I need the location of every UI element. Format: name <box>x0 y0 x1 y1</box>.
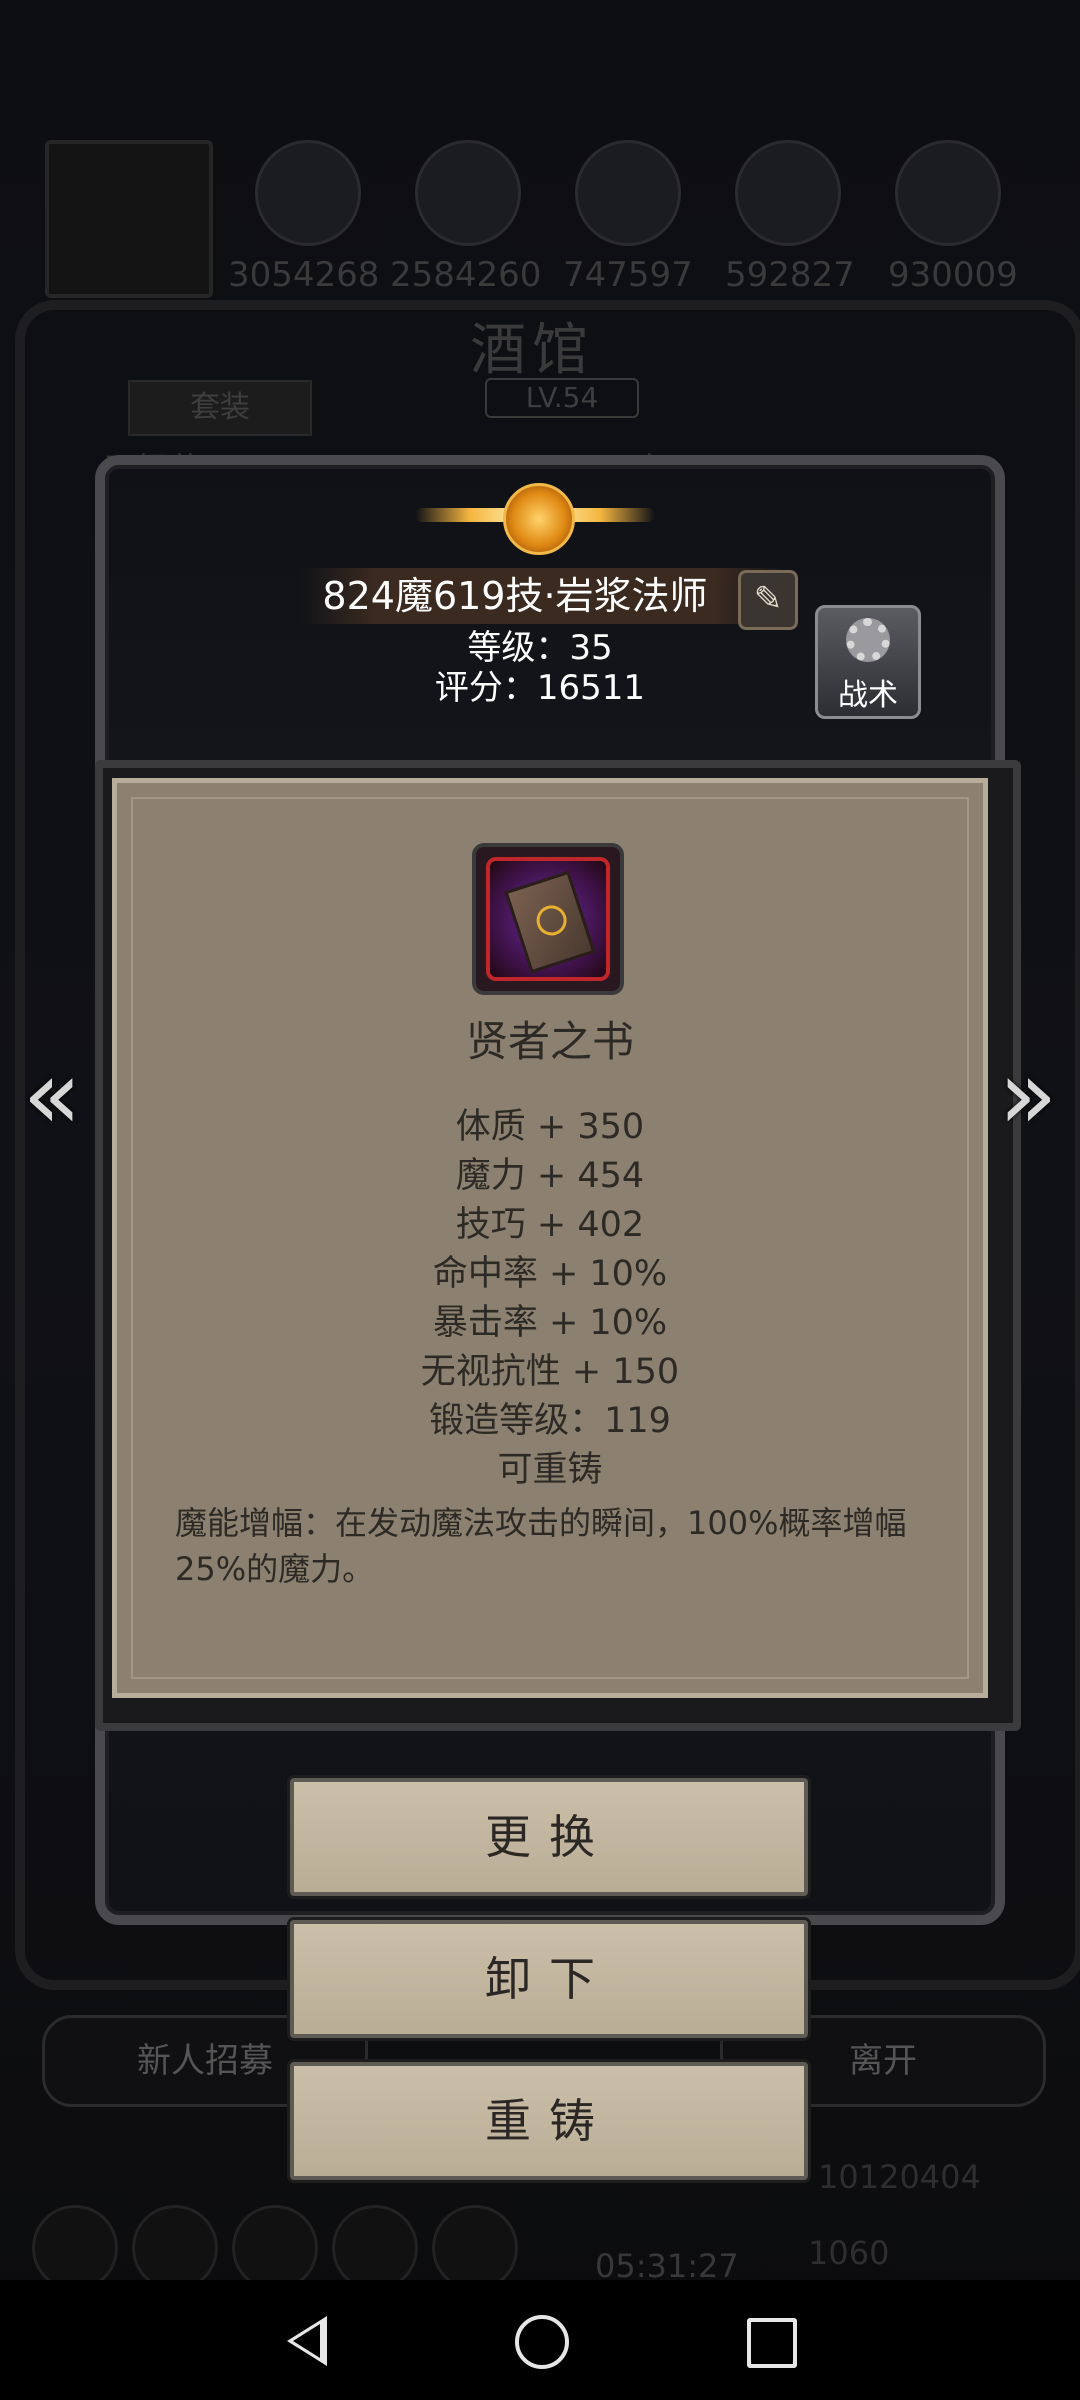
stat-constitution: 体质 + 350 <box>455 1107 645 1147</box>
currency-amount: 10120404 <box>818 2158 981 2196</box>
stat-hit-rate: 命中率 + 10% <box>432 1254 668 1294</box>
resource-value-2: 2584260 <box>390 255 542 295</box>
item-description: 魔能增幅：在发动魔法攻击的瞬间，100%概率增幅25%的魔力。 <box>175 1504 907 1588</box>
reforge-button[interactable]: 重铸 <box>290 2062 808 2180</box>
resource-value-4: 592827 <box>725 255 855 295</box>
resource-value-3: 747597 <box>563 255 693 295</box>
stat-skill: 技巧 + 402 <box>455 1205 645 1245</box>
stat-ignore-resist: 无视抗性 + 150 <box>420 1352 680 1392</box>
bottom-menu-icon-1 <box>32 2205 118 2291</box>
tavern-title: 酒馆 <box>470 318 594 383</box>
background-avatar <box>45 140 213 298</box>
replace-button[interactable]: 更换 <box>290 1778 808 1896</box>
edit-name-button[interactable]: ✎ <box>738 570 798 630</box>
item-name: 贤者之书 <box>465 1017 634 1066</box>
edit-icon: ✎ <box>753 579 783 619</box>
bottom-menu-icon-4 <box>332 2205 418 2291</box>
sage-book-icon <box>486 857 610 981</box>
bottom-menu-icon-5 <box>432 2205 518 2291</box>
item-icon-frame <box>472 843 624 995</box>
resource-icon-2 <box>415 140 521 246</box>
resource-value-1: 3054268 <box>228 255 380 295</box>
hero-name: 824魔619技·岩浆法师 <box>322 574 708 618</box>
bottom-menu-icon-2 <box>132 2205 218 2291</box>
tavern-level: LV.54 <box>485 378 639 418</box>
stat-crit-rate: 暴击率 + 10% <box>432 1303 668 1343</box>
stat-magic: 魔力 + 454 <box>455 1156 645 1196</box>
stat-reforgeable: 可重铸 <box>497 1450 603 1490</box>
reforge-label: 重铸 <box>485 2094 613 2148</box>
next-arrow-icon[interactable]: » <box>988 1047 1068 1143</box>
gear-icon <box>846 618 890 662</box>
suit-tab: 套装 <box>128 380 312 436</box>
stat-forge-level: 锻造等级：119 <box>429 1401 671 1441</box>
resource-icon-3 <box>575 140 681 246</box>
previous-arrow-icon[interactable]: « <box>12 1047 92 1143</box>
hero-score: 评分：16511 <box>434 668 646 708</box>
gem-amount: 1060 <box>808 2234 890 2272</box>
resource-value-5: 930009 <box>888 255 1018 295</box>
resource-icon-4 <box>735 140 841 246</box>
emblem-icon <box>415 478 655 558</box>
recent-apps-icon[interactable] <box>747 2318 797 2368</box>
replace-label: 更换 <box>485 1810 613 1864</box>
unequip-button[interactable]: 卸下 <box>290 1920 808 2038</box>
bottom-menu-icon-3 <box>232 2205 318 2291</box>
resource-icon-1 <box>255 140 361 246</box>
resource-icon-5 <box>895 140 1001 246</box>
tactics-button[interactable]: 战术 <box>815 605 921 719</box>
home-icon[interactable] <box>515 2315 569 2369</box>
tactics-label: 战术 <box>838 678 898 713</box>
unequip-label: 卸下 <box>485 1952 613 2006</box>
